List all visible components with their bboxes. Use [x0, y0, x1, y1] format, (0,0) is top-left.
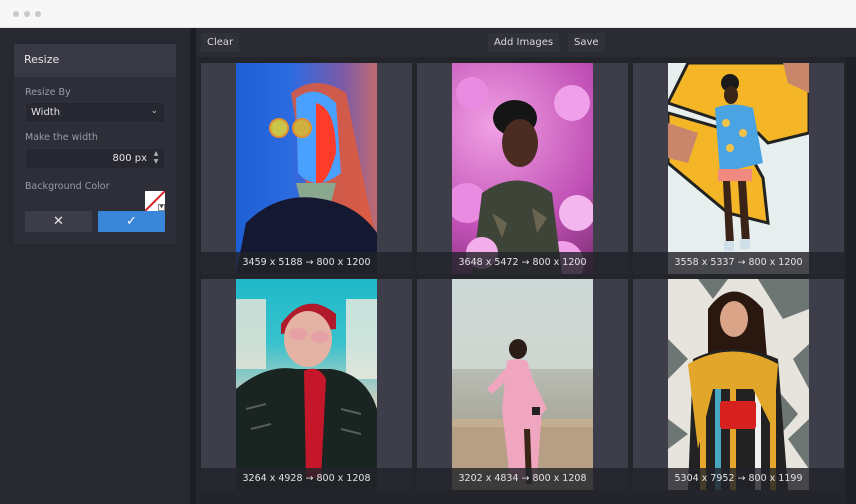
resize-by-value: Width	[31, 107, 61, 118]
image-size-caption: 3648 x 5472 → 800 x 1200	[417, 252, 628, 274]
add-images-button[interactable]: Add Images	[488, 33, 560, 52]
sidebar: Resize Resize By Width ⌄ Make the width …	[0, 28, 190, 504]
resize-panel: Resize Resize By Width ⌄ Make the width …	[14, 44, 176, 244]
bg-color-picker[interactable]: ▼	[145, 191, 165, 211]
image-size-caption: 5304 x 7952 → 800 x 1199	[633, 468, 844, 490]
image-thumbnail	[452, 63, 593, 274]
app: Resize Resize By Width ⌄ Make the width …	[0, 28, 856, 504]
width-stepper[interactable]: ▲ ▼	[151, 150, 161, 168]
cancel-button[interactable]: ✕	[25, 211, 92, 232]
image-size-caption: 3202 x 4834 → 800 x 1208	[417, 468, 628, 490]
check-icon: ✓	[126, 214, 137, 229]
image-size-caption: 3558 x 5337 → 800 x 1200	[633, 252, 844, 274]
image-thumbnail	[452, 279, 593, 490]
width-value: 800 px	[112, 153, 147, 164]
window-titlebar	[0, 0, 856, 28]
width-label: Make the width	[25, 132, 98, 143]
image-size-caption: 3264 x 4928 → 800 x 1208	[201, 468, 412, 490]
resize-by-label: Resize By	[25, 87, 71, 98]
image-tile[interactable]: 3648 x 5472 → 800 x 1200	[417, 63, 628, 274]
portrait-red-beanie-graphic	[236, 299, 377, 490]
confirm-button[interactable]: ✓	[98, 211, 165, 232]
chevron-down-icon: ⌄	[150, 106, 158, 116]
window-close-dot[interactable]	[13, 11, 19, 17]
portrait-flowers-graphic	[452, 77, 593, 274]
clear-button[interactable]: Clear	[201, 33, 240, 52]
panel-header: Resize	[14, 44, 176, 77]
image-grid: 3459 x 5188 → 800 x 1200 3648 x 5472 → 8…	[196, 57, 856, 504]
portrait-blue-red-graphic	[236, 83, 377, 274]
portrait-yellow-wall-graphic	[668, 63, 809, 274]
close-icon: ✕	[53, 214, 64, 229]
image-tile[interactable]: 3202 x 4834 → 800 x 1208	[417, 279, 628, 490]
toolbar: Clear Add Images Save	[196, 28, 856, 57]
chevron-up-icon[interactable]: ▲	[151, 150, 161, 158]
panel-title: Resize	[24, 53, 60, 66]
image-tile[interactable]: 3558 x 5337 → 800 x 1200	[633, 63, 844, 274]
image-thumbnail	[236, 279, 377, 490]
image-thumbnail	[668, 63, 809, 274]
image-thumbnail	[236, 63, 377, 274]
image-size-caption: 3459 x 5188 → 800 x 1200	[201, 252, 412, 274]
image-thumbnail	[668, 279, 809, 490]
window-zoom-dot[interactable]	[35, 11, 41, 17]
window-minimize-dot[interactable]	[24, 11, 30, 17]
resize-by-select[interactable]: Width ⌄	[25, 102, 165, 123]
chevron-down-icon[interactable]: ▼	[151, 158, 161, 166]
grid-scrollbar-track[interactable]	[845, 57, 856, 504]
image-tile[interactable]: 5304 x 7952 → 800 x 1199	[633, 279, 844, 490]
save-button[interactable]: Save	[568, 33, 605, 52]
dropdown-arrow-icon: ▼	[158, 204, 165, 211]
width-input[interactable]: 800 px ▲ ▼	[25, 148, 165, 169]
image-tile[interactable]: 3459 x 5188 → 800 x 1200	[201, 63, 412, 274]
portrait-pink-dress-graphic	[452, 339, 593, 490]
portrait-striped-coat-graphic	[668, 279, 809, 490]
image-tile[interactable]: 3264 x 4928 → 800 x 1208	[201, 279, 412, 490]
bg-color-label: Background Color	[25, 181, 110, 192]
